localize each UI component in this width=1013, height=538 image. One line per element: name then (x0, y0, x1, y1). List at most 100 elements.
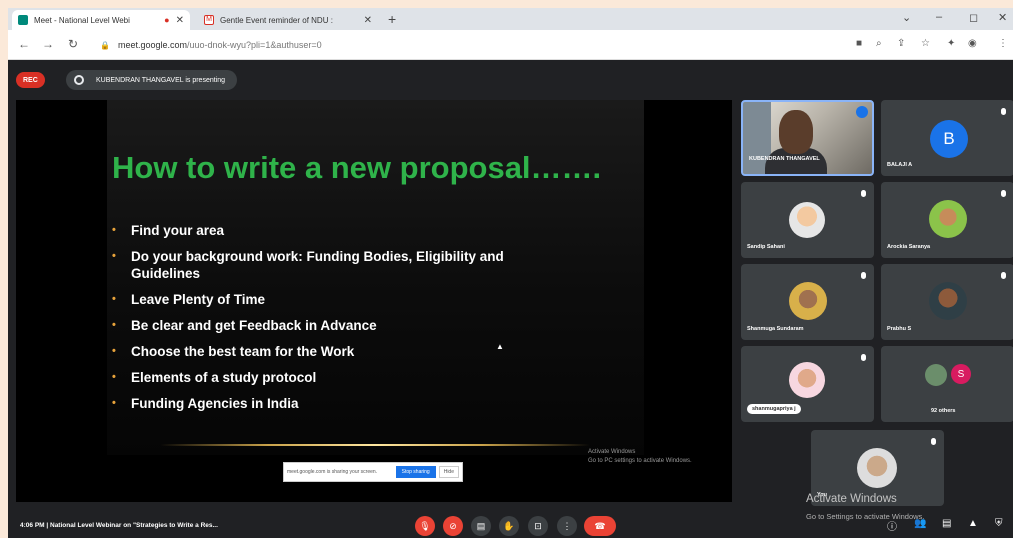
url-path: /uuo-dnok-wyu?pli=1&authuser=0 (187, 40, 322, 50)
lock-icon: 🔒 (100, 40, 110, 50)
share-notice: meet.google.com is sharing your screen. (287, 469, 378, 475)
close-window-button[interactable]: ✕ (998, 11, 1007, 24)
present-screen-icon: ⊡ (534, 520, 542, 531)
participant-name: BALAJI A (887, 162, 913, 168)
avatar-s: S (951, 364, 971, 384)
raise-hand-button[interactable]: ✋ (499, 516, 519, 536)
more-options-button[interactable]: ⋮ (557, 516, 577, 536)
back-icon[interactable]: ← (18, 37, 30, 51)
slide-bullet-list: Find your area Do your background work: … (112, 222, 572, 421)
url-host: meet.google.com (117, 40, 188, 50)
close-tab-icon[interactable]: ✕ (176, 15, 184, 26)
chat-icon[interactable]: ▤ (942, 518, 951, 529)
profile-icon[interactable]: ◉ (968, 38, 977, 49)
participant-tile-sandip[interactable]: Sandip Sahani (741, 182, 874, 258)
extensions-icon[interactable]: ✦ (947, 38, 955, 49)
hand-icon: ✋ (503, 520, 515, 531)
slide-title: How to write a new proposal……. (112, 150, 602, 185)
activities-icon[interactable]: ▲ (968, 518, 978, 529)
new-tab-button[interactable]: + (388, 11, 396, 27)
gmail-favicon-icon: M (204, 15, 214, 25)
stop-sharing-button[interactable]: Stop sharing (395, 466, 436, 478)
avatar-shanmugapriya (789, 362, 825, 398)
mic-off-button[interactable]: 🎙 (415, 516, 435, 536)
camera-off-icon: ⊘ (449, 520, 457, 531)
avatar-self (857, 448, 897, 488)
screen-share-bar: meet.google.com is sharing your screen. … (283, 462, 463, 482)
chevron-down-icon[interactable]: ⌄ (902, 11, 911, 24)
avatar-arockia (929, 200, 967, 238)
end-call-icon: ☎ (594, 520, 606, 531)
avatar-shanmuga (789, 282, 827, 320)
participant-tile-shanmuga[interactable]: Shanmuga Sundaram (741, 264, 874, 340)
captions-button[interactable]: ▤ (471, 516, 491, 536)
slide-bullet: Do your background work: Funding Bodies,… (112, 248, 572, 282)
present-icon (74, 75, 84, 85)
mic-off-icon: 🎙 (419, 520, 431, 531)
avatar-sandip (789, 202, 825, 238)
participant-name: KUBENDRAN THANGAVEL (749, 156, 820, 162)
mouse-cursor-icon: ▲ (496, 342, 504, 351)
activate-line1: Activate Windows (588, 449, 636, 455)
rec-label: REC (23, 76, 38, 84)
participant-name: Sandip Sahani (747, 244, 785, 250)
slide-bullet: Leave Plenty of Time (112, 291, 572, 308)
slide-decoration-line (160, 444, 590, 446)
present-button[interactable]: ⊡ (528, 516, 548, 536)
slide-bullet: Be clear and get Feedback in Advance (112, 317, 572, 334)
participant-name: 92 others (931, 408, 956, 414)
mic-icon (861, 272, 866, 279)
tab-meet[interactable]: Meet - National Level Webi ● ✕ (12, 10, 190, 30)
mic-icon (1001, 108, 1006, 115)
browser-tab-strip: Meet - National Level Webi ● ✕ M Gentle … (8, 8, 1013, 30)
end-call-button[interactable]: ☎ (584, 516, 616, 536)
recording-dot-icon: ● (164, 15, 170, 25)
participant-name: Arockia Saranya (887, 244, 931, 250)
menu-dots-icon[interactable]: ⋮ (998, 38, 1008, 49)
participant-tile-others[interactable]: S 92 others (881, 346, 1013, 422)
forward-icon[interactable]: → (42, 37, 54, 51)
activate-line2: Go to PC settings to activate Windows. (588, 458, 692, 464)
participant-tile-prabhu[interactable]: Prabhu S (881, 264, 1013, 340)
avatar-prabhu (929, 282, 967, 320)
slide-bullet: Find your area (112, 222, 572, 239)
mic-icon (861, 190, 866, 197)
activate-windows-subtext: Go to Settings to activate Windows. (806, 512, 925, 521)
close-tab-icon[interactable]: ✕ (364, 15, 372, 26)
restore-button[interactable]: ◻ (969, 11, 978, 24)
mic-icon (931, 438, 936, 445)
presenter-face (779, 110, 813, 154)
participant-tile-arockia[interactable]: Arockia Saranya (881, 182, 1013, 258)
tab-title: Gentle Event reminder of NDU : (220, 15, 333, 25)
url-field[interactable]: 🔒 meet.google.com /uuo-dnok-wyu?pli=1&au… (100, 36, 840, 54)
tab-title: Meet - National Level Webi (34, 15, 130, 25)
mic-icon (861, 354, 866, 361)
address-toolbar: ← → ↻ 🔒 meet.google.com /uuo-dnok-wyu?pl… (8, 30, 1013, 60)
hide-button[interactable]: Hide (438, 466, 459, 478)
mic-icon (1001, 272, 1006, 279)
more-vert-icon: ⋮ (562, 520, 572, 531)
zoom-icon[interactable]: ⌕ (876, 38, 882, 49)
host-controls-icon[interactable]: ⛨ (995, 518, 1003, 529)
participant-tile-presenter[interactable]: KUBENDRAN THANGAVEL (741, 100, 874, 176)
slide-bullet: Funding Agencies in India (112, 395, 572, 412)
camera-icon[interactable]: ■ (856, 38, 862, 49)
participant-name: shanmugapriya j (747, 404, 801, 414)
share-icon[interactable]: ⇪ (897, 38, 905, 49)
meet-favicon-icon (18, 15, 28, 25)
tab-gmail[interactable]: M Gentle Event reminder of NDU : ✕ (198, 10, 378, 30)
participant-name: Prabhu S (887, 326, 912, 332)
minimize-button[interactable]: – (936, 11, 942, 23)
slide-activate-windows: Activate Windows Go to PC settings to ac… (588, 448, 692, 466)
participant-tile-shanmugapriya[interactable]: shanmugapriya j (741, 346, 874, 422)
bookmark-star-icon[interactable]: ☆ (921, 38, 930, 49)
presenter-banner[interactable]: KUBENDRAN THANGAVEL is presenting (66, 70, 238, 90)
presenter-text: KUBENDRAN THANGAVEL is presenting (96, 76, 226, 84)
speaking-indicator-icon (856, 106, 868, 118)
meeting-info: 4:06 PM | National Level Webinar on "Str… (20, 522, 218, 529)
participant-name: Shanmuga Sundaram (747, 326, 804, 332)
reload-icon[interactable]: ↻ (68, 37, 78, 51)
slide-bullet: Elements of a study protocol (112, 369, 572, 386)
camera-off-button[interactable]: ⊘ (443, 516, 463, 536)
activate-windows-watermark: Activate Windows (806, 493, 897, 505)
